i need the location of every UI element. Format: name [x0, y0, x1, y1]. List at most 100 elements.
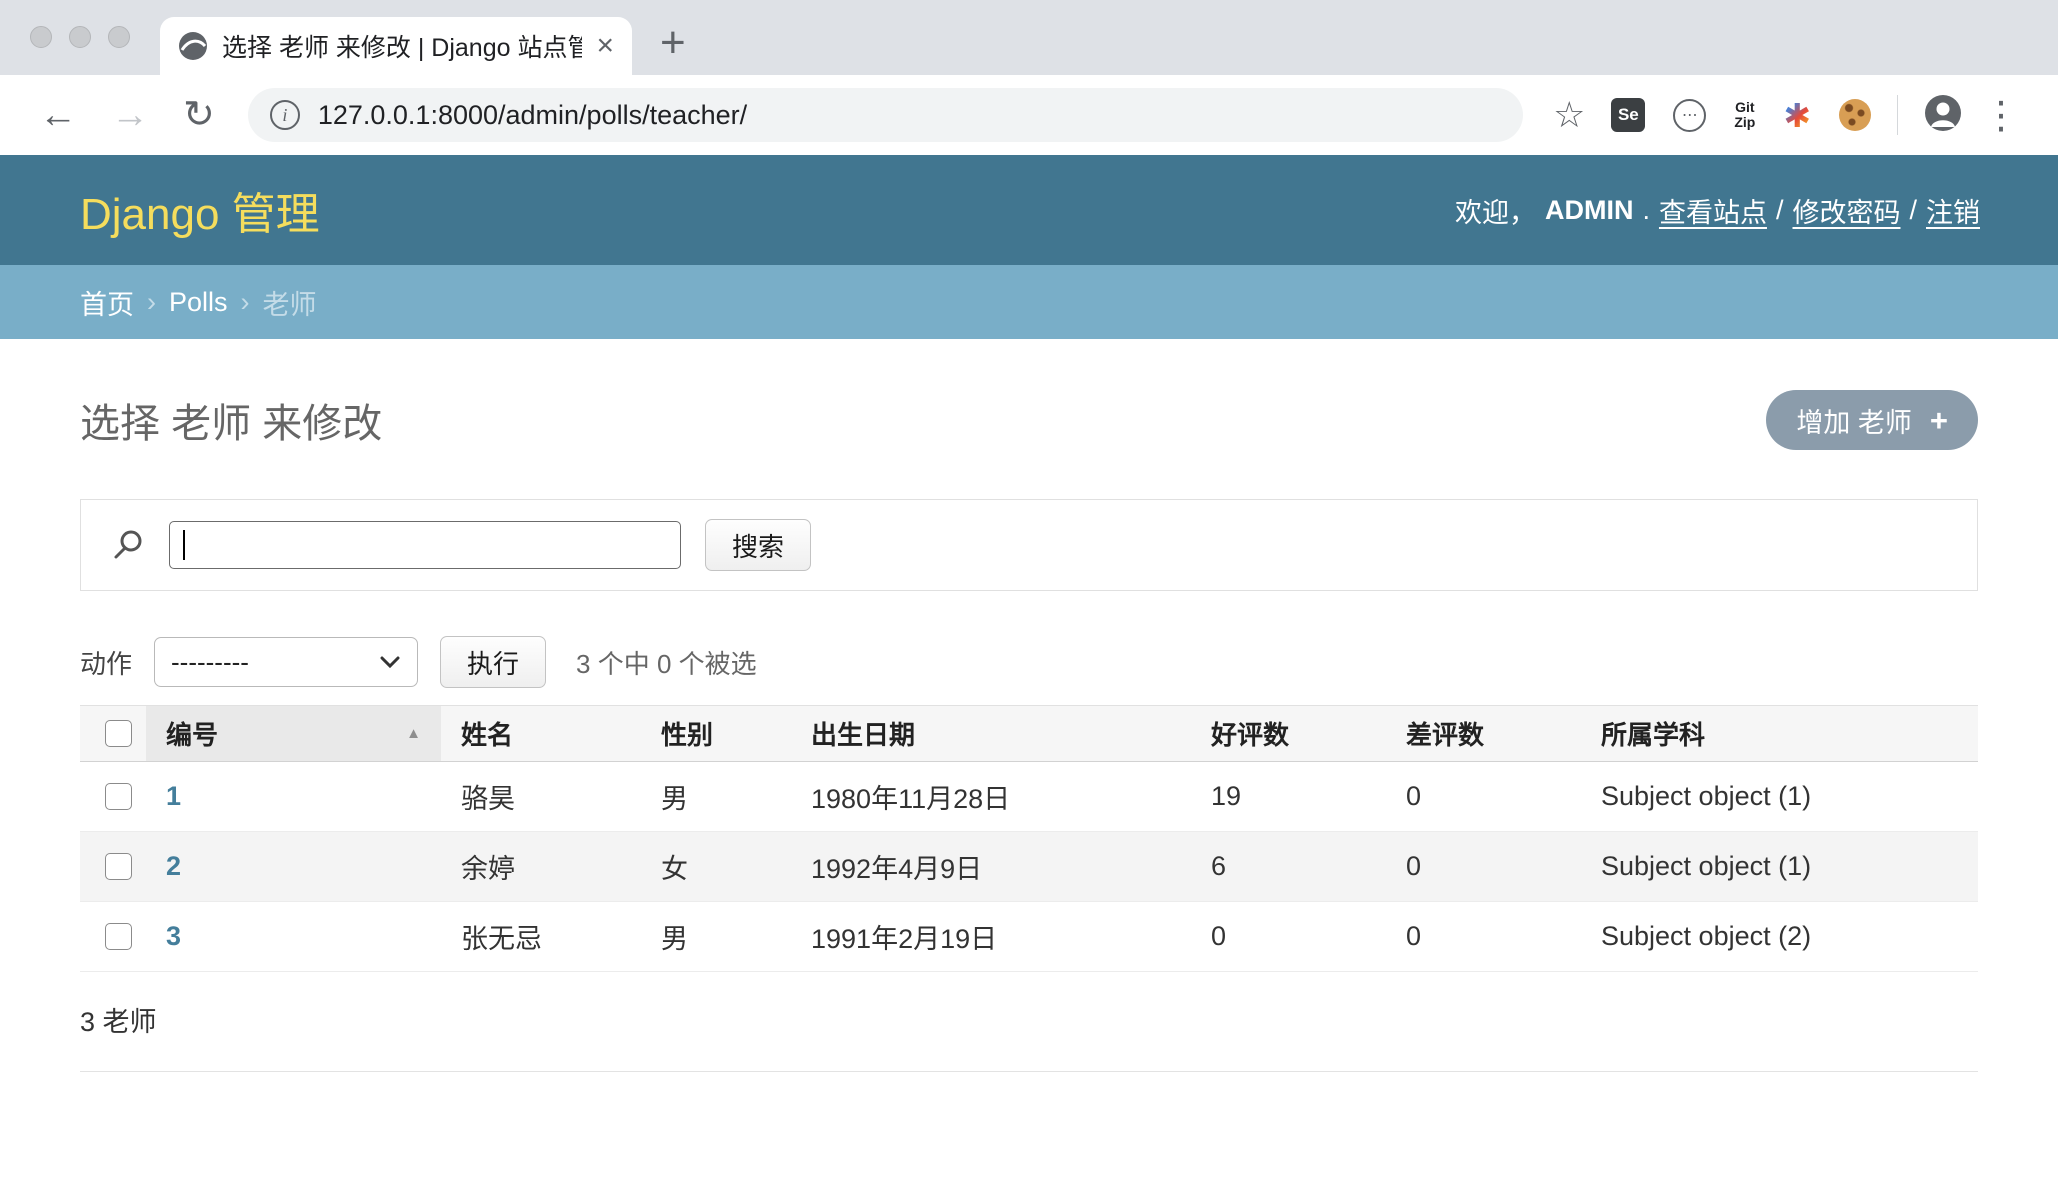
logout-link[interactable]: 注销	[1926, 191, 1980, 230]
table-row: 1 骆昊 男 1980年11月28日 19 0 Subject object (…	[80, 762, 1978, 832]
cell-bad-count: 0	[1386, 902, 1581, 972]
back-icon[interactable]: ←	[39, 96, 77, 134]
new-tab-button[interactable]: +	[660, 21, 686, 65]
window-controls	[30, 26, 130, 48]
site-favicon-icon	[178, 31, 208, 61]
add-teacher-button[interactable]: 增加 老师 +	[1766, 390, 1978, 450]
cell-subject: Subject object (2)	[1581, 902, 1978, 972]
table-row: 2 余婷 女 1992年4月9日 6 0 Subject object (1)	[80, 832, 1978, 902]
chevron-down-icon	[379, 656, 401, 669]
selenium-extension-icon[interactable]: Se	[1611, 98, 1645, 132]
gitzip-bottom-label: Zip	[1734, 114, 1755, 130]
cell-good-count: 6	[1191, 832, 1386, 902]
browser-tab-strip: 选择 老师 来修改 | Django 站点管理 × +	[0, 0, 2058, 75]
row-id-link[interactable]: 3	[166, 921, 181, 951]
toolbar-divider	[1897, 95, 1898, 135]
search-submit-button[interactable]: 搜索	[705, 519, 811, 571]
change-password-link[interactable]: 修改密码	[1792, 191, 1900, 230]
plus-icon: +	[1930, 405, 1948, 436]
column-header-gender[interactable]: 性别	[641, 706, 791, 762]
cell-birthdate: 1980年11月28日	[791, 762, 1191, 832]
action-select-value: ---------	[171, 647, 249, 678]
action-label: 动作	[80, 644, 132, 681]
column-header-label: 差评数	[1406, 720, 1484, 750]
breadcrumb-home-link[interactable]: 首页	[80, 283, 134, 322]
column-header-id[interactable]: 编号 ▲	[146, 706, 441, 762]
breadcrumb-polls-link[interactable]: Polls	[169, 287, 228, 318]
view-site-link[interactable]: 查看站点	[1659, 191, 1767, 230]
tab-close-icon[interactable]: ×	[596, 31, 614, 61]
asterisk-extension-icon[interactable]: ✱	[1783, 99, 1811, 132]
welcome-text: 欢迎，	[1455, 191, 1536, 230]
column-header-label: 好评数	[1211, 720, 1289, 750]
search-icon	[111, 528, 145, 562]
action-execute-button[interactable]: 执行	[440, 636, 546, 688]
browser-menu-icon[interactable]: ⋮	[1982, 93, 2020, 138]
actions-bar: 动作 --------- 执行 3 个中 0 个被选	[80, 637, 1978, 687]
cell-name: 骆昊	[441, 762, 641, 832]
circle-extension-icon[interactable]: ⋯	[1673, 99, 1706, 132]
sort-ascending-icon[interactable]: ▲	[406, 725, 421, 742]
admin-header: Django 管理 欢迎， ADMIN. 查看站点 / 修改密码 / 注销	[0, 155, 2058, 265]
link-separator: /	[1909, 195, 1917, 226]
cell-name: 张无忌	[441, 902, 641, 972]
column-header-label: 性别	[661, 720, 713, 750]
result-count: 3 老师	[80, 972, 1978, 1072]
table-row: 3 张无忌 男 1991年2月19日 0 0 Subject object (2…	[80, 902, 1978, 972]
gitzip-extension-icon[interactable]: Git Zip	[1734, 100, 1755, 130]
select-all-checkbox[interactable]	[105, 720, 132, 747]
cell-bad-count: 0	[1386, 832, 1581, 902]
url-text[interactable]: 127.0.0.1:8000/admin/polls/teacher/	[318, 100, 747, 131]
page-info-icon[interactable]: i	[270, 100, 300, 130]
window-zoom-button[interactable]	[108, 26, 130, 48]
gitzip-top-label: Git	[1735, 99, 1754, 115]
row-id-link[interactable]: 2	[166, 851, 181, 881]
text-cursor	[183, 530, 185, 560]
cell-birthdate: 1991年2月19日	[791, 902, 1191, 972]
column-header-subject[interactable]: 所属学科	[1581, 706, 1978, 762]
row-checkbox[interactable]	[105, 923, 132, 950]
window-minimize-button[interactable]	[69, 26, 91, 48]
column-header-label: 姓名	[461, 720, 513, 750]
column-header-label: 编号	[166, 720, 218, 750]
table-header-row: 编号 ▲ 姓名 性别 出生日期 好评数 差评数 所属学科	[80, 706, 1978, 762]
results-table: 编号 ▲ 姓名 性别 出生日期 好评数 差评数 所属学科 1 骆昊 男 1980…	[80, 705, 1978, 972]
forward-icon[interactable]: →	[111, 96, 149, 134]
add-button-label: 增加 老师	[1796, 401, 1912, 440]
cell-gender: 男	[641, 762, 791, 832]
column-header-birthdate[interactable]: 出生日期	[791, 706, 1191, 762]
extension-icons: Se ⋯ Git Zip ✱	[1611, 98, 1871, 132]
bookmark-star-icon[interactable]: ☆	[1553, 94, 1585, 136]
address-bar[interactable]: i 127.0.0.1:8000/admin/polls/teacher/	[248, 88, 1523, 142]
browser-tab[interactable]: 选择 老师 来修改 | Django 站点管理 ×	[160, 17, 632, 75]
column-header-name[interactable]: 姓名	[441, 706, 641, 762]
site-branding[interactable]: Django 管理	[80, 178, 320, 242]
cookie-extension-icon[interactable]	[1839, 99, 1871, 131]
changelist-content: 选择 老师 来修改 增加 老师 + 搜索 动作 --------- 执行 3 个…	[0, 391, 2058, 1072]
column-header-label: 所属学科	[1601, 720, 1705, 750]
link-separator: /	[1776, 195, 1784, 226]
cell-subject: Subject object (1)	[1581, 762, 1978, 832]
cell-gender: 男	[641, 902, 791, 972]
row-checkbox[interactable]	[105, 783, 132, 810]
avatar-icon	[1924, 94, 1962, 132]
column-header-bad-count[interactable]: 差评数	[1386, 706, 1581, 762]
column-header-label: 出生日期	[811, 720, 915, 750]
cell-gender: 女	[641, 832, 791, 902]
profile-avatar[interactable]	[1924, 94, 1962, 137]
user-tools: 欢迎， ADMIN. 查看站点 / 修改密码 / 注销	[1455, 191, 1980, 230]
cell-good-count: 19	[1191, 762, 1386, 832]
breadcrumb-separator: ›	[241, 287, 250, 318]
row-id-link[interactable]: 1	[166, 781, 181, 811]
action-select[interactable]: ---------	[154, 637, 418, 687]
tab-title: 选择 老师 来修改 | Django 站点管理	[222, 28, 582, 64]
cell-birthdate: 1992年4月9日	[791, 832, 1191, 902]
search-input[interactable]	[169, 521, 681, 569]
row-checkbox[interactable]	[105, 853, 132, 880]
page-title: 选择 老师 来修改	[80, 391, 382, 449]
reload-icon[interactable]: ↻	[183, 96, 215, 134]
cell-name: 余婷	[441, 832, 641, 902]
window-close-button[interactable]	[30, 26, 52, 48]
cell-good-count: 0	[1191, 902, 1386, 972]
column-header-good-count[interactable]: 好评数	[1191, 706, 1386, 762]
